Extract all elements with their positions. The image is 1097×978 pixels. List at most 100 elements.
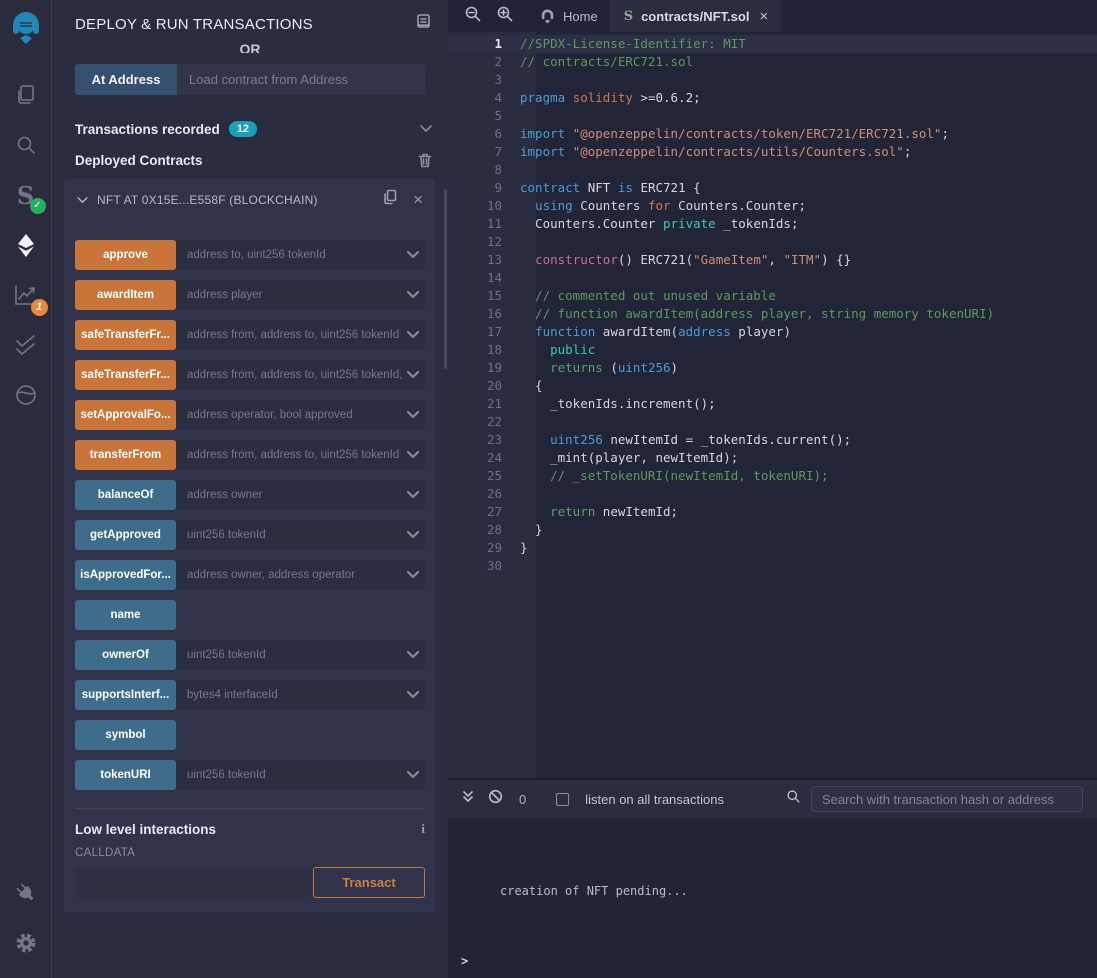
tab-home[interactable]: Home [528, 0, 611, 32]
plugin-manager-icon[interactable] [0, 868, 52, 918]
remix-ide-window: S ✓ 1 [0, 0, 1097, 978]
expand-args-chevron-icon[interactable] [407, 246, 419, 264]
code-line: 4pragma solidity >=0.6.2; [448, 89, 1097, 107]
function-args-input[interactable]: bytes4 interfaceId [176, 680, 425, 710]
expand-args-chevron-icon[interactable] [407, 566, 419, 584]
code-line: 19 returns (uint256) [448, 359, 1097, 377]
line-number: 22 [448, 413, 520, 431]
journal-icon[interactable] [415, 13, 432, 35]
pending-tx-count: 0 [519, 792, 526, 807]
expand-args-chevron-icon[interactable] [407, 486, 419, 504]
function-transferFrom-button[interactable]: transferFrom [75, 440, 176, 470]
line-number: 29 [448, 539, 520, 557]
code-editor[interactable]: 1//SPDX-License-Identifier: MIT2// contr… [448, 32, 1097, 778]
expand-args-chevron-icon[interactable] [407, 646, 419, 664]
plugin-circle-icon[interactable] [0, 370, 52, 420]
function-symbol-button[interactable]: symbol [75, 720, 176, 750]
transactions-expand-chevron-icon[interactable] [420, 125, 432, 133]
line-number: 15 [448, 287, 520, 305]
expand-args-chevron-icon[interactable] [407, 406, 419, 424]
solidity-compiler-icon[interactable]: S ✓ [0, 170, 52, 220]
code-line: 17 function awardItem(address player) [448, 323, 1097, 341]
function-args-input[interactable]: address operator, bool approved [176, 400, 425, 430]
panel-scrollbar[interactable] [444, 189, 447, 369]
function-args-input[interactable]: uint256 tokenId [176, 760, 425, 790]
terminal-search-input[interactable] [811, 786, 1083, 812]
function-ownerOf-button[interactable]: ownerOf [75, 640, 176, 670]
line-number: 14 [448, 269, 520, 287]
function-safeTransferFr-button[interactable]: safeTransferFr... [75, 360, 176, 390]
settings-gear-icon[interactable] [0, 918, 52, 968]
statistics-icon[interactable]: 1 [0, 270, 52, 320]
function-tokenURI-button[interactable]: tokenURI [75, 760, 176, 790]
expand-args-chevron-icon[interactable] [407, 686, 419, 704]
code-line: 25 // _setTokenURI(newItemId, tokenURI); [448, 467, 1097, 485]
function-setApprovalFo-button[interactable]: setApprovalFo... [75, 400, 176, 430]
terminal-toolbar: 0 listen on all transactions [448, 780, 1097, 818]
function-args-input[interactable]: uint256 tokenId [176, 640, 425, 670]
code-line: 24 _mint(player, newItemId); [448, 449, 1097, 467]
unit-testing-icon[interactable] [0, 320, 52, 370]
line-number: 6 [448, 125, 520, 143]
expand-args-chevron-icon[interactable] [407, 326, 419, 344]
code-line: 12 [448, 233, 1097, 251]
expand-args-chevron-icon[interactable] [407, 446, 419, 464]
line-number: 19 [448, 359, 520, 377]
code-line: 22 [448, 413, 1097, 431]
function-approve-button[interactable]: approve [75, 240, 176, 270]
remix-logo-icon[interactable] [0, 0, 52, 56]
function-args-input[interactable]: uint256 tokenId [176, 520, 425, 550]
function-awardItem-button[interactable]: awardItem [75, 280, 176, 310]
function-args-input[interactable]: address from, address to, uint256 tokenI… [176, 440, 425, 470]
copy-address-icon[interactable] [383, 189, 397, 210]
divider [75, 808, 425, 809]
at-address-button[interactable]: At Address [75, 64, 177, 95]
code-line: 8 [448, 161, 1097, 179]
contract-instance-title: NFT AT 0X15E...E558F (BLOCKCHAIN) [97, 193, 318, 207]
function-balanceOf-button[interactable]: balanceOf [75, 480, 176, 510]
deploy-run-icon[interactable] [0, 220, 52, 270]
function-getApproved-button[interactable]: getApproved [75, 520, 176, 550]
function-supportsInterf-button[interactable]: supportsInterf... [75, 680, 176, 710]
close-tab-icon[interactable]: × [759, 8, 768, 25]
file-explorer-icon[interactable] [0, 70, 52, 120]
function-name-button[interactable]: name [75, 600, 176, 630]
transact-button[interactable]: Transact [313, 867, 425, 898]
close-instance-icon[interactable]: × [413, 191, 423, 208]
expand-args-chevron-icon[interactable] [407, 366, 419, 384]
zoom-in-icon[interactable] [496, 5, 514, 28]
calldata-input[interactable] [75, 867, 311, 898]
expand-args-chevron-icon[interactable] [407, 766, 419, 784]
clear-console-icon[interactable] [488, 789, 503, 809]
zoom-out-icon[interactable] [464, 5, 482, 28]
function-safeTransferFr-button[interactable]: safeTransferFr... [75, 320, 176, 350]
expand-args-chevron-icon[interactable] [407, 526, 419, 544]
code-line: 15 // commented out unused variable [448, 287, 1097, 305]
trash-icon[interactable] [418, 153, 432, 168]
tab-contracts-nft-sol[interactable]: S contracts/NFT.sol × [611, 0, 782, 32]
line-number: 26 [448, 485, 520, 503]
expand-args-chevron-icon[interactable] [407, 286, 419, 304]
search-icon[interactable] [0, 120, 52, 170]
function-args-input[interactable]: address player [176, 280, 425, 310]
function-row: isApprovedFor... address owner, address … [75, 560, 425, 590]
line-number: 25 [448, 467, 520, 485]
instance-collapse-chevron-icon[interactable] [77, 191, 88, 209]
function-args-input[interactable]: address to, uint256 tokenId [176, 240, 425, 270]
terminal-output[interactable]: creation of NFT pending... > [448, 818, 1097, 978]
function-args-input[interactable]: address from, address to, uint256 tokenI… [176, 360, 425, 390]
function-args-input[interactable]: address owner, address operator [176, 560, 425, 590]
function-isApprovedFor-button[interactable]: isApprovedFor... [75, 560, 176, 590]
line-number: 10 [448, 197, 520, 215]
line-number: 2 [448, 53, 520, 71]
compile-success-badge: ✓ [30, 198, 46, 214]
listen-transactions-checkbox[interactable] [556, 793, 569, 806]
line-number: 21 [448, 395, 520, 413]
at-address-input[interactable] [177, 64, 425, 95]
expand-terminal-chevrons-icon[interactable] [462, 790, 474, 808]
code-line: 2// contracts/ERC721.sol [448, 53, 1097, 71]
function-args-input[interactable]: address from, address to, uint256 tokenI… [176, 320, 425, 350]
info-icon[interactable]: i [421, 821, 425, 837]
code-line: 29} [448, 539, 1097, 557]
function-args-input[interactable]: address owner [176, 480, 425, 510]
